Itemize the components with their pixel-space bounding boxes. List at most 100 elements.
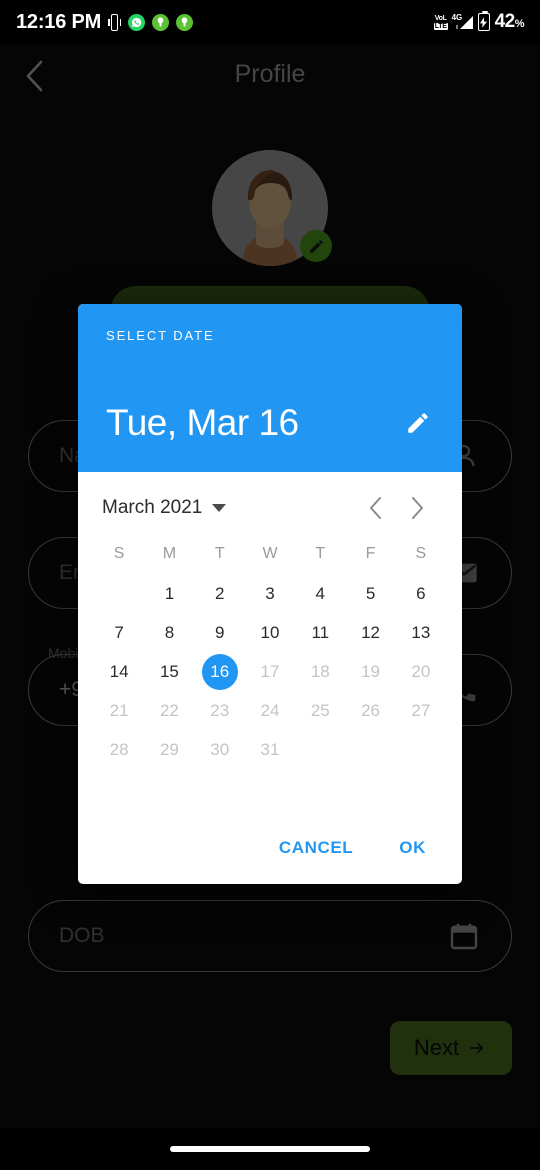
- calendar-day-28: 28: [109, 739, 129, 759]
- calendar-blank-cell: [94, 574, 144, 613]
- calendar-day-1[interactable]: 1: [151, 576, 187, 612]
- weekday-header-4: T: [315, 545, 326, 562]
- vibrate-icon: [108, 13, 122, 31]
- calendar-day-cell: 23: [195, 691, 245, 730]
- cancel-button[interactable]: CANCEL: [269, 830, 363, 866]
- date-picker-dialog: SELECT DATE Tue, Mar 16 March 2021 S M T…: [78, 304, 462, 884]
- battery-charging-icon: [477, 10, 490, 31]
- calendar-day-2[interactable]: 2: [202, 576, 238, 612]
- calendar-day-cell[interactable]: 9: [195, 613, 245, 652]
- calendar-day-cell: 17: [245, 652, 295, 691]
- ok-button[interactable]: OK: [389, 830, 436, 866]
- whatsapp-icon: [128, 13, 146, 31]
- calendar-day-cell: 31: [245, 730, 295, 769]
- calendar-day-12[interactable]: 12: [353, 615, 389, 651]
- calendar-day-cell[interactable]: 7: [94, 613, 144, 652]
- calendar-grid: S M T W T F S 1 2 3 4 5 6 7 8 9 10 11 12 13 14 15 16 17 18 19 20 21…: [94, 534, 446, 769]
- calendar-day-20: 20: [411, 661, 431, 681]
- calendar-day-27: 27: [411, 700, 431, 720]
- calendar-day-4[interactable]: 4: [302, 576, 338, 612]
- calendar-day-21: 21: [109, 700, 129, 720]
- app-icon-2: [176, 13, 194, 31]
- calendar-day-14[interactable]: 14: [101, 654, 137, 690]
- calendar-day-18: 18: [310, 661, 330, 681]
- calendar-day-cell: 24: [245, 691, 295, 730]
- calendar-day-6[interactable]: 6: [403, 576, 439, 612]
- calendar-day-cell[interactable]: 15: [144, 652, 194, 691]
- calendar-day-29: 29: [159, 739, 179, 759]
- calendar-day-25: 25: [310, 700, 330, 720]
- date-picker-body: March 2021 S M T W T F S 1 2 3 4 5 6 7 8 9 10 11 12 13 14 15 1…: [78, 472, 462, 812]
- calendar-day-cell: 27: [396, 691, 446, 730]
- battery-percent: 42%: [494, 11, 525, 32]
- chevron-down-icon[interactable]: [212, 504, 227, 512]
- weekday-header-1: M: [162, 545, 177, 562]
- weekday-header-3: W: [262, 545, 278, 562]
- calendar-day-7[interactable]: 7: [101, 615, 137, 651]
- dialog-actions: CANCEL OK: [78, 812, 462, 884]
- calendar-day-cell[interactable]: 4: [295, 574, 345, 613]
- date-picker-edit-button[interactable]: [398, 403, 438, 443]
- status-bar-left: 12:16 PM: [16, 10, 194, 34]
- calendar-day-26: 26: [361, 700, 381, 720]
- calendar-day-cell: 18: [295, 652, 345, 691]
- date-picker-headline: Tue, Mar 16: [106, 402, 299, 443]
- weekday-header-5: F: [365, 545, 376, 562]
- calendar-day-17: 17: [260, 661, 280, 681]
- status-clock: 12:16 PM: [16, 10, 102, 33]
- calendar-day-cell: 25: [295, 691, 345, 730]
- gesture-pill[interactable]: [170, 1146, 370, 1152]
- calendar-day-cell: 30: [195, 730, 245, 769]
- calendar-day-22: 22: [159, 700, 179, 720]
- calendar-day-cell[interactable]: 10: [245, 613, 295, 652]
- calendar-day-cell: 29: [144, 730, 194, 769]
- calendar-day-31: 31: [260, 739, 280, 759]
- calendar-day-24: 24: [260, 700, 280, 720]
- calendar-day-cell[interactable]: 14: [94, 652, 144, 691]
- calendar-day-cell[interactable]: 6: [396, 574, 446, 613]
- status-bar: 12:16 PM VoL LTE 4G 42%: [0, 0, 540, 44]
- month-navigation-row: March 2021: [94, 482, 446, 534]
- volte-icon: VoL LTE: [433, 14, 448, 30]
- calendar-day-19: 19: [361, 661, 381, 681]
- next-month-button[interactable]: [396, 487, 438, 529]
- calendar-day-cell[interactable]: 13: [396, 613, 446, 652]
- calendar-day-30: 30: [210, 739, 230, 759]
- calendar-day-cell[interactable]: 8: [144, 613, 194, 652]
- calendar-day-cell[interactable]: 5: [345, 574, 395, 613]
- date-picker-headline-row: Tue, Mar 16: [106, 402, 438, 444]
- month-year-label[interactable]: March 2021: [102, 497, 202, 519]
- date-picker-header: SELECT DATE Tue, Mar 16: [78, 304, 462, 472]
- calendar-day-cell[interactable]: 2: [195, 574, 245, 613]
- calendar-day-cell[interactable]: 3: [245, 574, 295, 613]
- calendar-day-16[interactable]: 16: [201, 653, 238, 690]
- calendar-day-13[interactable]: 13: [403, 615, 439, 651]
- calendar-day-cell: 26: [345, 691, 395, 730]
- calendar-day-cell: 28: [94, 730, 144, 769]
- calendar-day-cell: 22: [144, 691, 194, 730]
- pencil-icon: [408, 413, 428, 433]
- status-bar-right: VoL LTE 4G 42%: [433, 10, 525, 33]
- weekday-header-0: S: [113, 545, 125, 562]
- weekday-header-2: T: [214, 545, 225, 562]
- calendar-day-8[interactable]: 8: [151, 615, 187, 651]
- calendar-day-cell[interactable]: 16: [195, 652, 245, 691]
- calendar-day-cell: 19: [345, 652, 395, 691]
- calendar-day-23: 23: [210, 700, 230, 720]
- calendar-day-15[interactable]: 15: [151, 654, 187, 690]
- signal-icon: 4G: [452, 13, 473, 29]
- calendar-day-3[interactable]: 3: [252, 576, 288, 612]
- calendar-day-5[interactable]: 5: [353, 576, 389, 612]
- date-picker-kicker: SELECT DATE: [106, 328, 215, 343]
- calendar-day-10[interactable]: 10: [252, 615, 288, 651]
- previous-month-button[interactable]: [354, 487, 396, 529]
- calendar-day-11[interactable]: 11: [302, 615, 338, 651]
- calendar-day-cell: 20: [396, 652, 446, 691]
- calendar-day-cell: 21: [94, 691, 144, 730]
- calendar-day-cell[interactable]: 12: [345, 613, 395, 652]
- calendar-day-9[interactable]: 9: [202, 615, 238, 651]
- phone-screen: 12:16 PM VoL LTE 4G 42% SELECT DATE Tue,…: [0, 0, 540, 1170]
- calendar-day-cell[interactable]: 1: [144, 574, 194, 613]
- app-icon-1: [152, 13, 170, 31]
- calendar-day-cell[interactable]: 11: [295, 613, 345, 652]
